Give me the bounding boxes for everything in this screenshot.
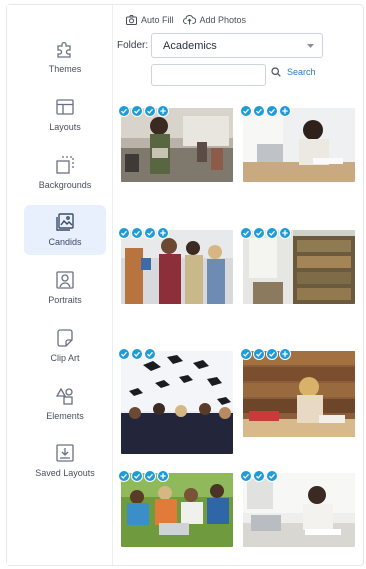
check-icon [144, 105, 156, 117]
sidebar-item-label: Layouts [49, 122, 81, 132]
check-icon [240, 348, 252, 360]
plus-icon[interactable] [279, 105, 291, 117]
plus-icon[interactable] [157, 470, 169, 482]
plus-icon[interactable] [279, 227, 291, 239]
sidebar-item-backgrounds[interactable]: Backgrounds [24, 148, 106, 198]
sidebar-item-elements[interactable]: Elements [24, 379, 106, 429]
sidebar-item-label: Elements [46, 411, 84, 421]
photo-thumbnail[interactable] [243, 108, 355, 182]
layout-icon [54, 96, 76, 118]
check-icon [118, 227, 130, 239]
chevron-down-icon [307, 44, 314, 48]
photo-badges [118, 227, 170, 239]
sidebar-item-label: Candids [48, 237, 82, 247]
photo-badges [118, 470, 170, 482]
check-icon [240, 105, 252, 117]
sidebar-item-layouts[interactable]: Layouts [24, 90, 106, 140]
check-icon [266, 348, 278, 360]
folder-select[interactable]: Academics [151, 33, 323, 58]
photo-thumbnail[interactable] [121, 351, 233, 454]
search-icon [271, 67, 281, 77]
photo-badges [118, 348, 157, 360]
sidebar: Themes Layouts Backgrounds Candids Portr… [7, 5, 113, 565]
check-icon [118, 470, 130, 482]
camera-icon [126, 15, 137, 25]
photo-badges [240, 105, 292, 117]
sidebar-item-label: Portraits [48, 295, 82, 305]
check-icon [253, 470, 265, 482]
puzzle-icon [54, 38, 76, 60]
image-icon [54, 211, 76, 233]
add-photos-button[interactable]: Add Photos [182, 15, 247, 25]
photo-thumbnail[interactable] [121, 473, 233, 547]
check-icon [131, 470, 143, 482]
photo-badges [240, 470, 279, 482]
auto-fill-button[interactable]: Auto Fill [126, 15, 174, 25]
check-icon [131, 348, 143, 360]
sidebar-item-clip-art[interactable]: Clip Art [24, 321, 106, 371]
check-icon [240, 227, 252, 239]
sidebar-item-label: Themes [48, 64, 82, 74]
photo-badges [118, 105, 170, 117]
check-icon [266, 105, 278, 117]
portrait-icon [54, 269, 76, 291]
check-icon [253, 227, 265, 239]
check-icon [266, 227, 278, 239]
photo-toolbar: Auto Fill Add Photos [126, 13, 255, 27]
sidebar-item-label: Saved Layouts [35, 468, 95, 478]
plus-icon[interactable] [157, 105, 169, 117]
sidebar-item-themes[interactable]: Themes [24, 32, 106, 82]
plus-icon[interactable] [279, 348, 291, 360]
sticker-icon [54, 327, 76, 349]
photo-thumbnail[interactable] [121, 230, 233, 304]
check-icon [240, 470, 252, 482]
background-icon [54, 154, 76, 176]
check-icon [131, 227, 143, 239]
photo-thumbnail[interactable] [243, 230, 355, 304]
photo-badges [240, 348, 292, 360]
shapes-icon [54, 385, 76, 407]
check-icon [118, 348, 130, 360]
search-button-label: Search [287, 67, 316, 77]
check-icon [131, 105, 143, 117]
add-photos-label: Add Photos [199, 15, 247, 25]
check-icon [144, 227, 156, 239]
search-button[interactable]: Search [271, 67, 316, 77]
auto-fill-label: Auto Fill [141, 15, 174, 25]
sidebar-item-label: Clip Art [50, 353, 80, 363]
sidebar-item-portraits[interactable]: Portraits [24, 263, 106, 313]
check-icon [253, 105, 265, 117]
folder-label: Folder: [117, 40, 149, 51]
check-icon [144, 470, 156, 482]
photo-thumbnail[interactable] [121, 108, 233, 182]
photo-badges [240, 227, 292, 239]
check-icon [118, 105, 130, 117]
download-box-icon [54, 442, 76, 464]
check-icon [266, 470, 278, 482]
photo-thumbnail[interactable] [243, 473, 355, 547]
check-icon [253, 348, 265, 360]
sidebar-item-candids[interactable]: Candids [24, 205, 106, 255]
photo-thumbnail[interactable] [243, 351, 355, 437]
sidebar-item-label: Backgrounds [38, 180, 92, 190]
sidebar-item-saved-layouts[interactable]: Saved Layouts [24, 436, 106, 486]
search-input[interactable] [151, 64, 266, 86]
cloud-upload-icon [182, 15, 196, 25]
check-icon [144, 348, 156, 360]
plus-icon[interactable] [157, 227, 169, 239]
folder-selected-value: Academics [163, 39, 217, 52]
